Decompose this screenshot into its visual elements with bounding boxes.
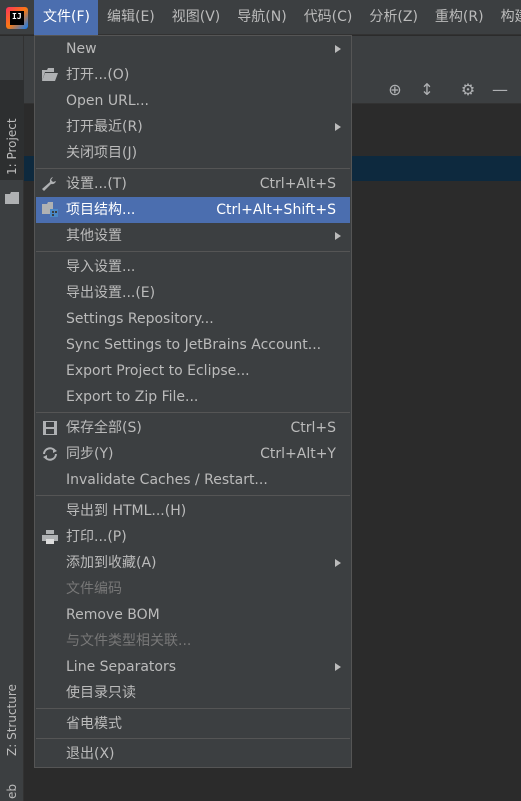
menu-item-label: 导出到 HTML...(H): [66, 503, 187, 519]
intellij-logo-icon[interactable]: IJ: [6, 7, 28, 29]
menu-item-shortcut: Ctrl+Alt+S: [259, 176, 336, 192]
menu-analyze[interactable]: 分析(Z): [360, 0, 426, 35]
menu-item-close-project[interactable]: 关闭项目(J): [36, 140, 350, 166]
menu-item-file-encoding: 文件编码: [36, 576, 350, 602]
menu-refactor[interactable]: 重构(R): [426, 0, 492, 35]
menu-item-shortcut: Ctrl+S: [290, 420, 336, 436]
menu-separator: [36, 168, 350, 169]
menu-item-label: 保存全部(S): [66, 420, 142, 436]
menu-item-label: 其他设置: [66, 228, 122, 244]
menu-item-label: 退出(X): [66, 746, 115, 762]
menu-item-label: 添加到收藏(A): [66, 555, 157, 571]
collapse-all-icon[interactable]: ↕: [418, 81, 436, 99]
menu-item-label: 省电模式: [66, 716, 122, 732]
menu-item-settings[interactable]: 设置...(T) Ctrl+Alt+S: [36, 171, 350, 197]
menu-item-label: Invalidate Caches / Restart...: [66, 472, 268, 488]
menu-view[interactable]: 视图(V): [163, 0, 229, 35]
save-icon: [43, 421, 57, 435]
menu-item-add-to-favorites[interactable]: 添加到收藏(A): [36, 550, 350, 576]
menu-item-sync-settings[interactable]: Sync Settings to JetBrains Account...: [36, 332, 350, 358]
menu-edit[interactable]: 编辑(E): [98, 0, 163, 35]
menu-item-power-save-mode[interactable]: 省电模式: [36, 711, 350, 737]
menu-code[interactable]: 代码(C): [295, 0, 361, 35]
menu-item-label: Remove BOM: [66, 607, 160, 623]
menu-item-shortcut: Ctrl+Alt+Y: [260, 446, 336, 462]
submenu-arrow-icon: [335, 559, 341, 567]
menu-item-import-settings[interactable]: 导入设置...: [36, 254, 350, 280]
tab-project-label: 1: Project: [5, 118, 19, 175]
tab-web[interactable]: eb: [0, 781, 24, 801]
menu-item-label: Open URL...: [66, 93, 149, 109]
menu-item-open-recent[interactable]: 打开最近(R): [36, 114, 350, 140]
folder-open-icon: [42, 68, 58, 81]
menu-bar: IJ 文件(F) 编辑(E) 视图(V) 导航(N) 代码(C) 分析(Z) 重…: [0, 0, 521, 35]
menu-item-label: Line Separators: [66, 659, 177, 675]
menu-item-label: Export to Zip File...: [66, 389, 199, 405]
menu-separator: [36, 708, 350, 709]
menu-item-save-all[interactable]: 保存全部(S) Ctrl+S: [36, 415, 350, 441]
menu-item-label: 打开最近(R): [66, 119, 143, 135]
tab-web-label: eb: [5, 784, 19, 799]
menu-item-label: 使目录只读: [66, 685, 136, 701]
menu-item-label: 设置...(T): [66, 176, 127, 192]
tab-structure-label: Z: Structure: [5, 684, 19, 756]
menu-item-export-html[interactable]: 导出到 HTML...(H): [36, 498, 350, 524]
menu-build[interactable]: 构建: [492, 0, 521, 35]
menu-item-label: 打印...(P): [66, 529, 127, 545]
menu-item-label: Sync Settings to JetBrains Account...: [66, 337, 322, 353]
submenu-arrow-icon: [335, 123, 341, 131]
printer-icon: [42, 530, 58, 544]
minimize-icon[interactable]: —: [491, 81, 509, 99]
sync-icon: [43, 447, 57, 461]
menu-item-label: New: [66, 41, 97, 57]
menu-item-remove-bom[interactable]: Remove BOM: [36, 602, 350, 628]
menu-navigate[interactable]: 导航(N): [228, 0, 294, 35]
menu-item-label: 导出设置...(E): [66, 285, 156, 301]
file-menu-dropdown: New 打开...(O) Open URL... 打开最近(R) 关闭项目(J)…: [34, 35, 352, 768]
submenu-arrow-icon: [335, 45, 341, 53]
menu-item-make-read-only[interactable]: 使目录只读: [36, 680, 350, 706]
menu-item-other-settings[interactable]: 其他设置: [36, 223, 350, 249]
menu-item-open[interactable]: 打开...(O): [36, 62, 350, 88]
menu-item-open-url[interactable]: Open URL...: [36, 88, 350, 114]
menu-item-project-structure[interactable]: 项目结构... Ctrl+Alt+Shift+S: [36, 197, 350, 223]
menu-item-label: 打开...(O): [66, 67, 130, 83]
menu-item-shortcut: Ctrl+Alt+Shift+S: [216, 202, 336, 218]
menu-item-line-separators[interactable]: Line Separators: [36, 654, 350, 680]
menu-item-label: 项目结构...: [66, 202, 136, 218]
wrench-icon: [42, 177, 56, 191]
tab-structure[interactable]: Z: Structure: [0, 656, 24, 766]
menu-item-label: Export Project to Eclipse...: [66, 363, 250, 379]
gear-icon[interactable]: ⚙: [459, 81, 477, 99]
menu-item-export-eclipse[interactable]: Export Project to Eclipse...: [36, 358, 350, 384]
menu-item-new[interactable]: New: [36, 36, 350, 62]
menu-item-label: 导入设置...: [66, 259, 136, 275]
menu-item-exit[interactable]: 退出(X): [36, 741, 350, 767]
menu-item-print[interactable]: 打印...(P): [36, 524, 350, 550]
submenu-arrow-icon: [335, 663, 341, 671]
menu-separator: [36, 738, 350, 739]
menu-item-label: 同步(Y): [66, 446, 114, 462]
menu-separator: [36, 251, 350, 252]
menu-item-export-settings[interactable]: 导出设置...(E): [36, 280, 350, 306]
menu-item-label: 文件编码: [66, 581, 122, 597]
menu-item-export-zip[interactable]: Export to Zip File...: [36, 384, 350, 410]
folder-icon: [5, 192, 19, 204]
menu-separator: [36, 412, 350, 413]
menu-separator: [36, 495, 350, 496]
menu-item-label: 与文件类型相关联...: [66, 633, 192, 649]
locate-icon[interactable]: ⊕: [386, 81, 404, 99]
menu-item-label: Settings Repository...: [66, 311, 214, 327]
left-tool-strip: 1: Project Z: Structure eb: [0, 36, 24, 801]
submenu-arrow-icon: [335, 232, 341, 240]
menu-item-invalidate-caches[interactable]: Invalidate Caches / Restart...: [36, 467, 350, 493]
tab-project[interactable]: 1: Project: [0, 80, 24, 204]
menu-file[interactable]: 文件(F): [34, 0, 98, 35]
menu-item-sync[interactable]: 同步(Y) Ctrl+Alt+Y: [36, 441, 350, 467]
project-structure-icon: [42, 202, 58, 217]
menu-item-label: 关闭项目(J): [66, 145, 138, 161]
menu-item-associate-file-type: 与文件类型相关联...: [36, 628, 350, 654]
menu-item-settings-repository[interactable]: Settings Repository...: [36, 306, 350, 332]
